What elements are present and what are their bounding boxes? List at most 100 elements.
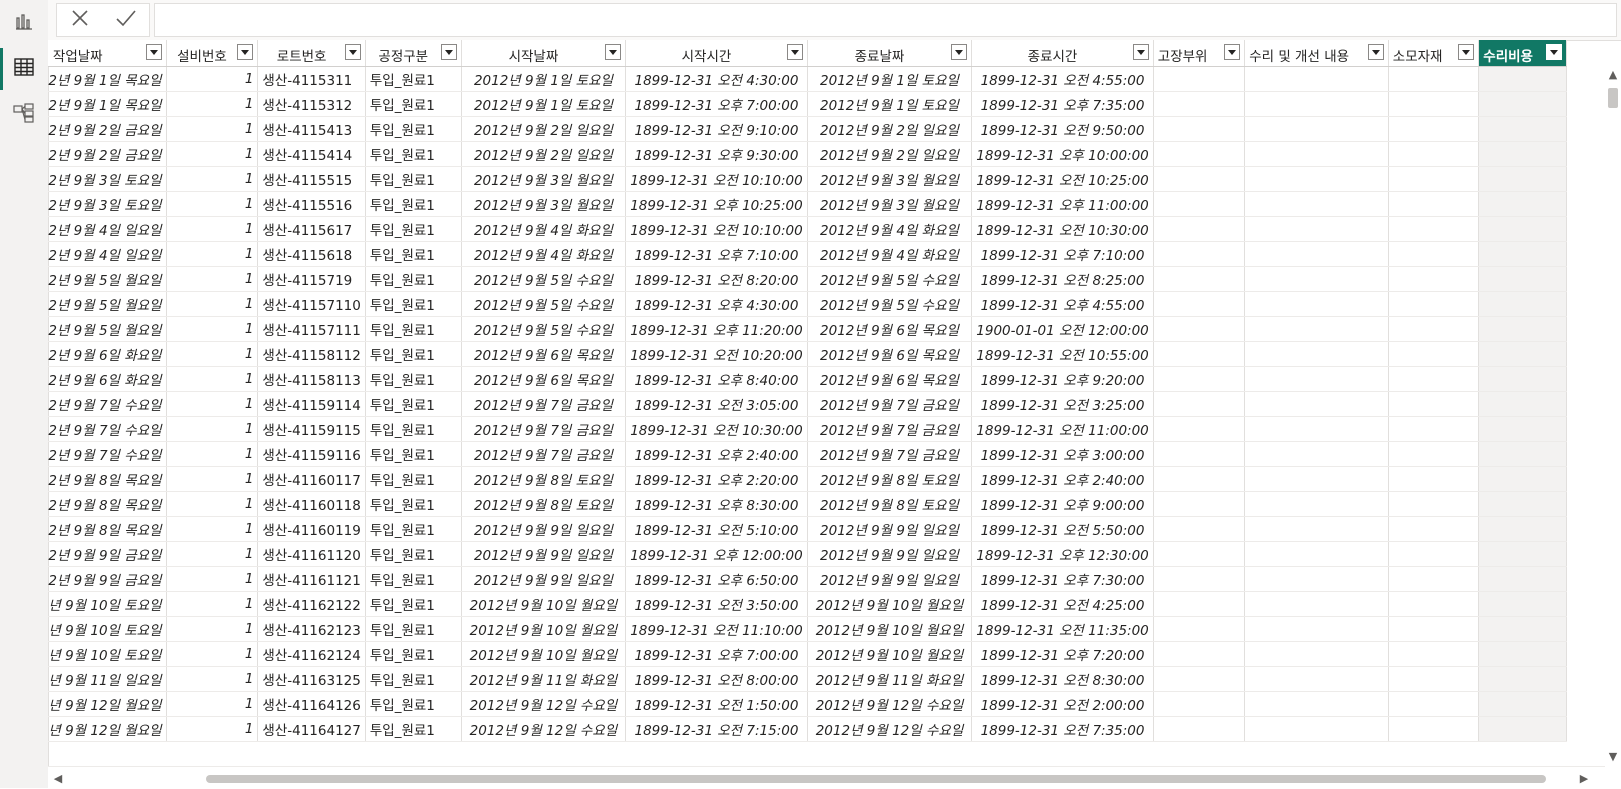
cell-equipment-no[interactable]: 1 [166,66,259,92]
cell-repair-cost[interactable] [1478,466,1567,492]
cell-end-time[interactable]: 1899-12-31 오후 2:40:00 [971,466,1154,492]
cell-repair-cost[interactable] [1478,216,1567,242]
cell-start-time[interactable]: 1899-12-31 오전 8:20:00 [625,266,808,292]
cell-end-time[interactable]: 1899-12-31 오전 10:55:00 [971,341,1154,367]
cell-lot-no[interactable]: 생산-41162122 [257,591,366,617]
cell-repair-detail[interactable] [1244,141,1389,167]
cell-lot-no[interactable]: 생산-41157111 [257,316,366,342]
scroll-up-icon[interactable]: ▲ [1607,68,1619,81]
cell-lot-no[interactable]: 생산-4115617 [257,216,366,242]
filter-dropdown-icon[interactable] [145,44,162,60]
cell-start-date[interactable]: 2012년 9월 7일 금요일 [461,416,627,442]
cell-equipment-no[interactable]: 1 [166,466,259,492]
cell-start-time[interactable]: 1899-12-31 오후 12:00:00 [625,541,808,567]
table-row[interactable]: 2012년 9월 2일 금요일1생산-4115414투입_원료12012년 9월… [48,141,1567,167]
cell-equipment-no[interactable]: 1 [166,391,259,417]
cell-end-date[interactable]: 2012년 9월 1일 토요일 [807,66,973,92]
cell-end-date[interactable]: 2012년 9월 7일 금요일 [807,441,973,467]
cell-end-date[interactable]: 2012년 9월 2일 일요일 [807,116,973,142]
cell-end-time[interactable]: 1899-12-31 오전 7:35:00 [971,716,1154,742]
cell-process-type[interactable]: 투입_원료1 [365,116,462,142]
cell-equipment-no[interactable]: 1 [166,641,259,667]
table-row[interactable]: 2012년 9월 2일 금요일1생산-4115413투입_원료12012년 9월… [48,116,1567,142]
cell-failure-part[interactable] [1153,666,1246,692]
cell-end-time[interactable]: 1899-12-31 오전 4:25:00 [971,591,1154,617]
cell-start-time[interactable]: 1899-12-31 오후 7:10:00 [625,241,808,267]
cell-process-type[interactable]: 투입_원료1 [365,516,462,542]
cell-process-type[interactable]: 투입_원료1 [365,91,462,117]
cell-equipment-no[interactable]: 1 [166,91,259,117]
cell-process-type[interactable]: 투입_원료1 [365,716,462,742]
cell-failure-part[interactable] [1153,366,1246,392]
cell-failure-part[interactable] [1153,416,1246,442]
cell-process-type[interactable]: 투입_원료1 [365,541,462,567]
cell-end-date[interactable]: 2012년 9월 1일 토요일 [807,91,973,117]
cell-equipment-no[interactable]: 1 [166,166,259,192]
cell-lot-no[interactable]: 생산-41162123 [257,616,366,642]
cell-end-time[interactable]: 1899-12-31 오후 12:30:00 [971,541,1154,567]
cell-consumable[interactable] [1388,591,1480,617]
cell-failure-part[interactable] [1153,116,1246,142]
cell-start-time[interactable]: 1899-12-31 오후 7:00:00 [625,641,808,667]
cell-failure-part[interactable] [1153,266,1246,292]
filter-dropdown-icon[interactable] [1458,44,1475,60]
cell-start-date[interactable]: 2012년 9월 9일 일요일 [461,516,627,542]
cell-consumable[interactable] [1388,241,1480,267]
cell-consumable[interactable] [1388,216,1480,242]
cell-process-type[interactable]: 투입_원료1 [365,241,462,267]
cell-failure-part[interactable] [1153,491,1246,517]
cell-repair-detail[interactable] [1244,266,1389,292]
cell-start-time[interactable]: 1899-12-31 오후 2:20:00 [625,466,808,492]
table-row[interactable]: 2012년 9월 7일 수요일1생산-41159115투입_원료12012년 9… [48,416,1567,442]
cell-work-date[interactable]: 2012년 9월 7일 수요일 [48,441,167,467]
cell-process-type[interactable]: 투입_원료1 [365,266,462,292]
cell-failure-part[interactable] [1153,516,1246,542]
cell-end-date[interactable]: 2012년 9월 12일 수요일 [807,716,973,742]
cell-consumable[interactable] [1388,341,1480,367]
cell-work-date[interactable]: 2012년 9월 12일 월요일 [48,716,167,742]
cell-equipment-no[interactable]: 1 [166,591,259,617]
cell-work-date[interactable]: 2012년 9월 12일 월요일 [48,691,167,717]
cell-repair-detail[interactable] [1244,691,1389,717]
cell-start-date[interactable]: 2012년 9월 3일 월요일 [461,166,627,192]
cell-failure-part[interactable] [1153,616,1246,642]
column-header-start-time[interactable]: 시작시간 [625,40,808,67]
cell-start-date[interactable]: 2012년 9월 1일 토요일 [461,91,627,117]
cell-failure-part[interactable] [1153,291,1246,317]
cell-lot-no[interactable]: 생산-4115515 [257,166,366,192]
cell-process-type[interactable]: 투입_원료1 [365,466,462,492]
cell-repair-cost[interactable] [1478,566,1567,592]
cell-work-date[interactable]: 2012년 9월 3일 토요일 [48,191,167,217]
cell-end-time[interactable]: 1899-12-31 오전 4:55:00 [971,66,1154,92]
cell-start-time[interactable]: 1899-12-31 오전 10:30:00 [625,416,808,442]
cell-end-time[interactable]: 1899-12-31 오전 9:50:00 [971,116,1154,142]
cell-start-time[interactable]: 1899-12-31 오전 4:30:00 [625,66,808,92]
model-view-button[interactable] [0,92,48,138]
scroll-left-icon[interactable]: ◀ [52,772,64,785]
table-row[interactable]: 2012년 9월 5일 월요일1생산-41157111투입_원료12012년 9… [48,316,1567,342]
cell-start-date[interactable]: 2012년 9월 2일 일요일 [461,141,627,167]
cell-process-type[interactable]: 투입_원료1 [365,191,462,217]
cell-end-time[interactable]: 1899-12-31 오후 9:00:00 [971,491,1154,517]
cell-repair-cost[interactable] [1478,616,1567,642]
cell-repair-detail[interactable] [1244,591,1389,617]
cell-lot-no[interactable]: 생산-4115516 [257,191,366,217]
table-row[interactable]: 2012년 9월 9일 금요일1생산-41161120투입_원료12012년 9… [48,541,1567,567]
cell-end-time[interactable]: 1899-12-31 오전 5:50:00 [971,516,1154,542]
cell-start-date[interactable]: 2012년 9월 6일 목요일 [461,341,627,367]
cell-end-date[interactable]: 2012년 9월 10일 월요일 [807,591,973,617]
cell-end-time[interactable]: 1899-12-31 오전 8:30:00 [971,666,1154,692]
cell-start-date[interactable]: 2012년 9월 11일 화요일 [461,666,627,692]
column-header-lot-no[interactable]: 로트번호 [257,40,366,67]
cell-lot-no[interactable]: 생산-4115311 [257,66,366,92]
cell-end-date[interactable]: 2012년 9월 4일 화요일 [807,216,973,242]
cell-start-date[interactable]: 2012년 9월 7일 금요일 [461,441,627,467]
horizontal-scrollbar[interactable]: ◀ ▶ [48,766,1605,789]
cell-start-date[interactable]: 2012년 9월 6일 목요일 [461,366,627,392]
cell-lot-no[interactable]: 생산-4115312 [257,91,366,117]
cell-work-date[interactable]: 2012년 9월 9일 금요일 [48,541,167,567]
table-row[interactable]: 2012년 9월 3일 토요일1생산-4115515투입_원료12012년 9월… [48,166,1567,192]
table-row[interactable]: 2012년 9월 7일 수요일1생산-41159116투입_원료12012년 9… [48,441,1567,467]
cell-end-date[interactable]: 2012년 9월 8일 토요일 [807,466,973,492]
cell-failure-part[interactable] [1153,341,1246,367]
